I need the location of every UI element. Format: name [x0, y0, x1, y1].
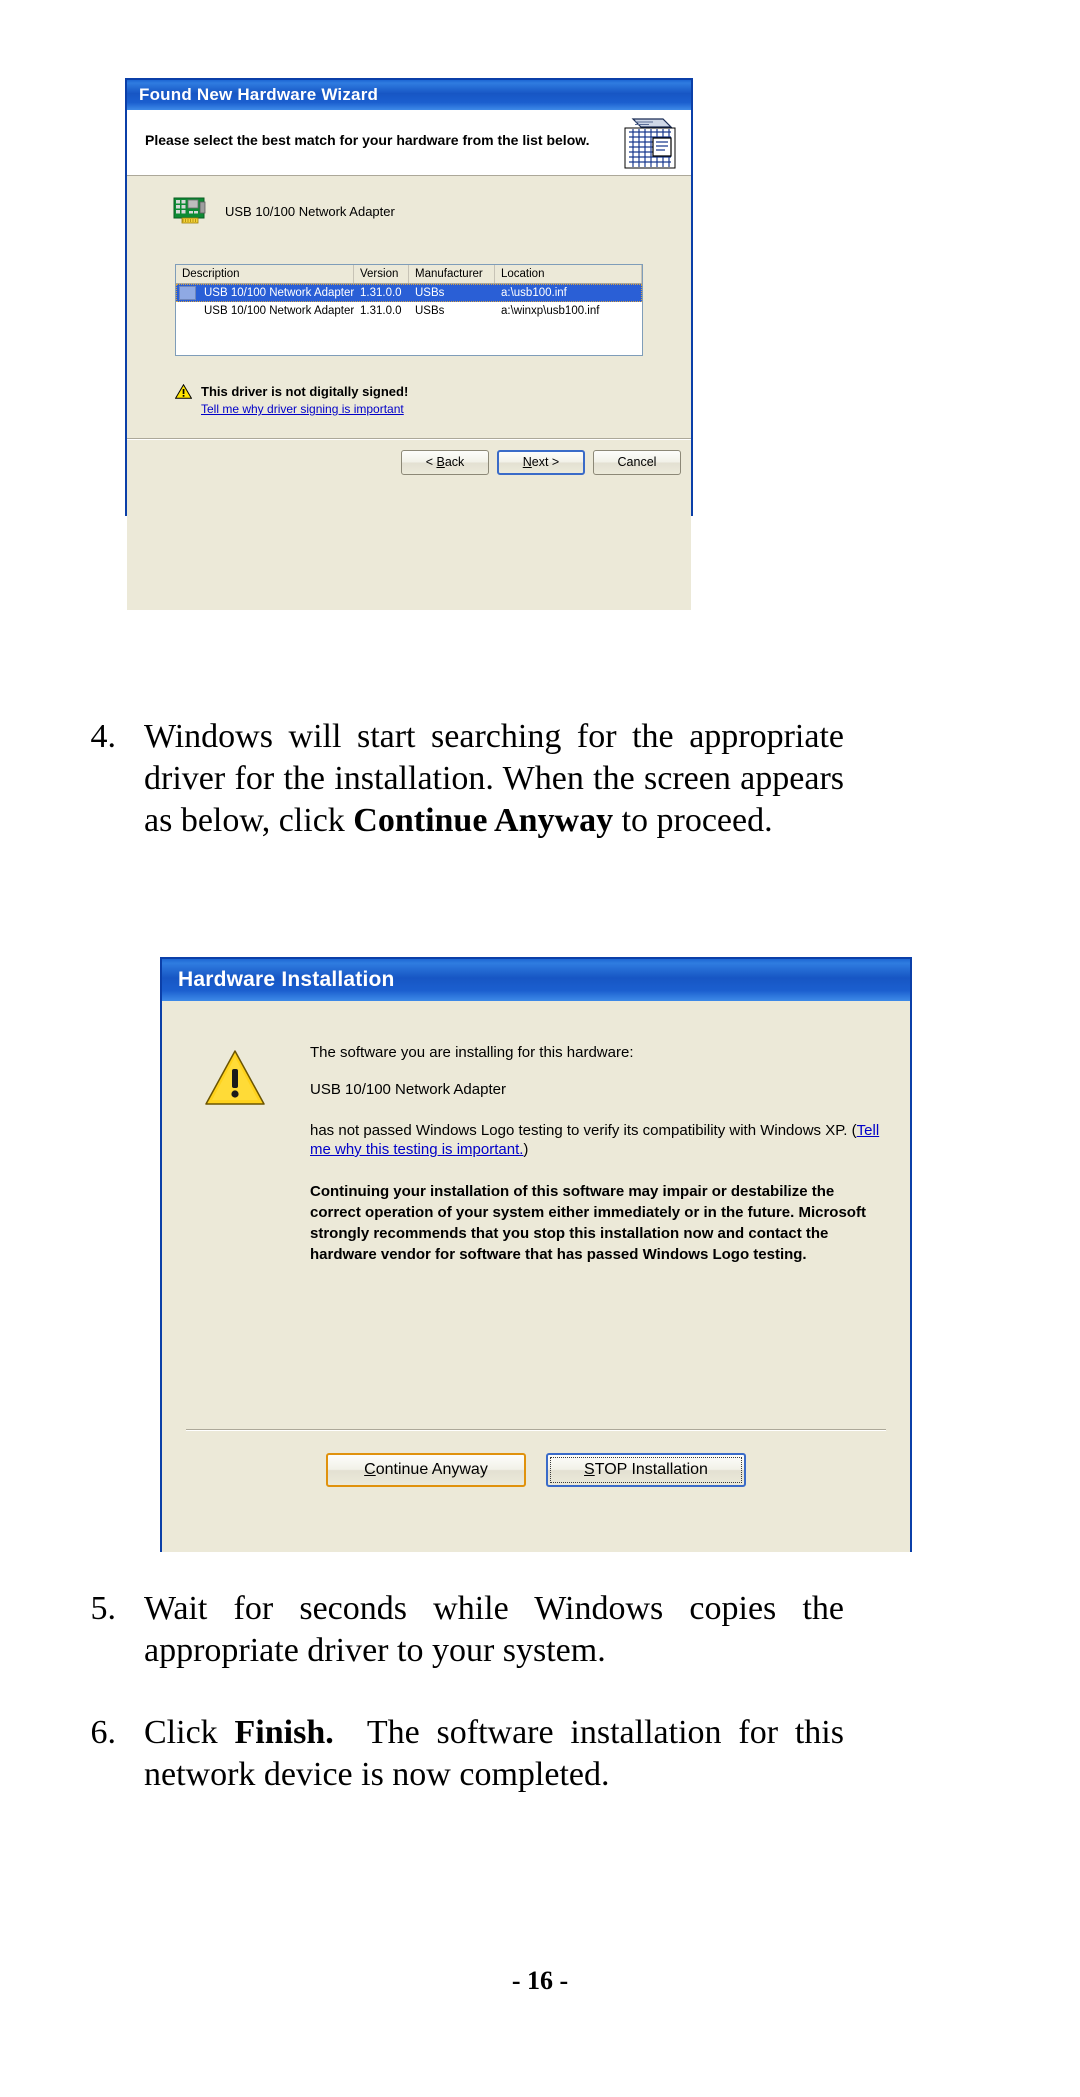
column-header-description[interactable]: Description	[176, 265, 354, 283]
step-6: 6. Click Finish. The software installati…	[72, 1712, 845, 1796]
back-button-prefix: <	[425, 455, 437, 469]
network-adapter-icon	[173, 196, 207, 226]
next-button-accel: N	[522, 455, 532, 469]
driver-list-row[interactable]: USB 10/100 Network Adapter 1.31.0.0 USBs…	[176, 284, 642, 302]
hardware-installation-dialog[interactable]: Hardware Installation The software you a…	[160, 957, 912, 1552]
hardware-dialog-separator	[186, 1429, 886, 1431]
step-5-text: Wait for seconds while Windows copies th…	[144, 1590, 844, 1669]
cell-manufacturer: USBs	[415, 305, 445, 317]
row-selection-icon	[176, 284, 198, 302]
wizard-header-text: Please select the best match for your ha…	[145, 132, 590, 148]
driver-list-row[interactable]: USB 10/100 Network Adapter 1.31.0.0 USBs…	[176, 302, 642, 320]
continue-anyway-label: ontinue Anyway	[375, 1461, 488, 1478]
cell-location: a:\usb100.inf	[501, 287, 567, 299]
wizard-separator	[127, 438, 691, 440]
wizard-header-banner: Please select the best match for your ha…	[127, 110, 691, 176]
cell-description: USB 10/100 Network Adapter	[204, 305, 354, 317]
back-button[interactable]: < Back	[401, 450, 489, 475]
hw-paren-close: )	[523, 1141, 529, 1158]
next-button[interactable]: Next >	[497, 450, 585, 475]
step-5: 5. Wait for seconds while Windows copies…	[72, 1588, 845, 1672]
next-button-label: ext >	[531, 455, 560, 469]
wizard-button-bar: < Back Next > Cancel	[401, 450, 681, 475]
step-5-number: 5.	[90, 1590, 117, 1627]
hw-message-line-3: has not passed Windows Logo testing to v…	[310, 1121, 880, 1159]
selected-device-row: USB 10/100 Network Adapter	[173, 196, 395, 226]
hardware-installation-message: The software you are installing for this…	[310, 1043, 880, 1265]
hardware-installation-title-bar: Hardware Installation	[162, 959, 910, 1001]
cell-version: 1.31.0.0	[360, 305, 402, 317]
cell-description: USB 10/100 Network Adapter	[204, 287, 354, 299]
step-4: 4. Windows will start searching for the …	[72, 716, 845, 842]
hw-message-line-2: USB 10/100 Network Adapter	[310, 1081, 506, 1098]
column-header-manufacturer[interactable]: Manufacturer	[409, 265, 495, 283]
hardware-installation-body: The software you are installing for this…	[162, 1001, 910, 1552]
driver-signing-help-link[interactable]: Tell me why driver signing is important	[201, 401, 408, 417]
signing-warning-title: This driver is not digitally signed!	[201, 384, 409, 399]
warning-triangle-icon	[204, 1049, 266, 1107]
step-4-number: 4.	[90, 718, 117, 755]
cell-version: 1.31.0.0	[360, 287, 402, 299]
continue-anyway-accel: C	[364, 1461, 376, 1478]
cancel-button[interactable]: Cancel	[593, 450, 681, 475]
cell-manufacturer: USBs	[415, 287, 445, 299]
wizard-title-bar: Found New Hardware Wizard	[127, 80, 691, 110]
hw-logo-testing-text: has not passed Windows Logo testing to v…	[310, 1122, 857, 1139]
continue-anyway-button[interactable]: Continue Anyway	[326, 1453, 526, 1487]
back-button-accel: B	[436, 455, 445, 469]
step-6-text: Click Finish. The software installation …	[144, 1714, 844, 1793]
driver-list-view[interactable]: Description Version Manufacturer Locatio…	[175, 264, 643, 356]
step-6-number: 6.	[90, 1714, 117, 1751]
hw-bold-warning-paragraph: Continuing your installation of this sof…	[310, 1183, 866, 1263]
selected-device-label: USB 10/100 Network Adapter	[225, 203, 395, 219]
hardware-dialog-button-bar: Continue Anyway STOP Installation	[162, 1453, 910, 1487]
back-button-label: ack	[444, 455, 465, 469]
found-new-hardware-wizard-dialog[interactable]: Found New Hardware Wizard Please select …	[125, 78, 693, 610]
hw-message-line-1: The software you are installing for this…	[310, 1044, 634, 1061]
cell-location: a:\winxp\usb100.inf	[501, 305, 600, 317]
driver-signing-warning: This driver is not digitally signed! Tel…	[174, 383, 409, 417]
hardware-wizard-icon	[623, 116, 677, 170]
page-number: - 16 -	[511, 1966, 569, 1995]
column-header-location[interactable]: Location	[495, 265, 642, 283]
driver-list-header: Description Version Manufacturer Locatio…	[176, 265, 642, 284]
stop-installation-accel: S	[584, 1461, 595, 1478]
stop-installation-label: TOP Installation	[594, 1461, 708, 1478]
step-4-text: Windows will start searching for the app…	[144, 718, 844, 839]
stop-installation-button[interactable]: STOP Installation	[546, 1453, 746, 1487]
wizard-main-pane: USB 10/100 Network Adapter Description V…	[127, 176, 691, 610]
warning-triangle-icon	[174, 383, 193, 404]
column-header-version[interactable]: Version	[354, 265, 409, 283]
